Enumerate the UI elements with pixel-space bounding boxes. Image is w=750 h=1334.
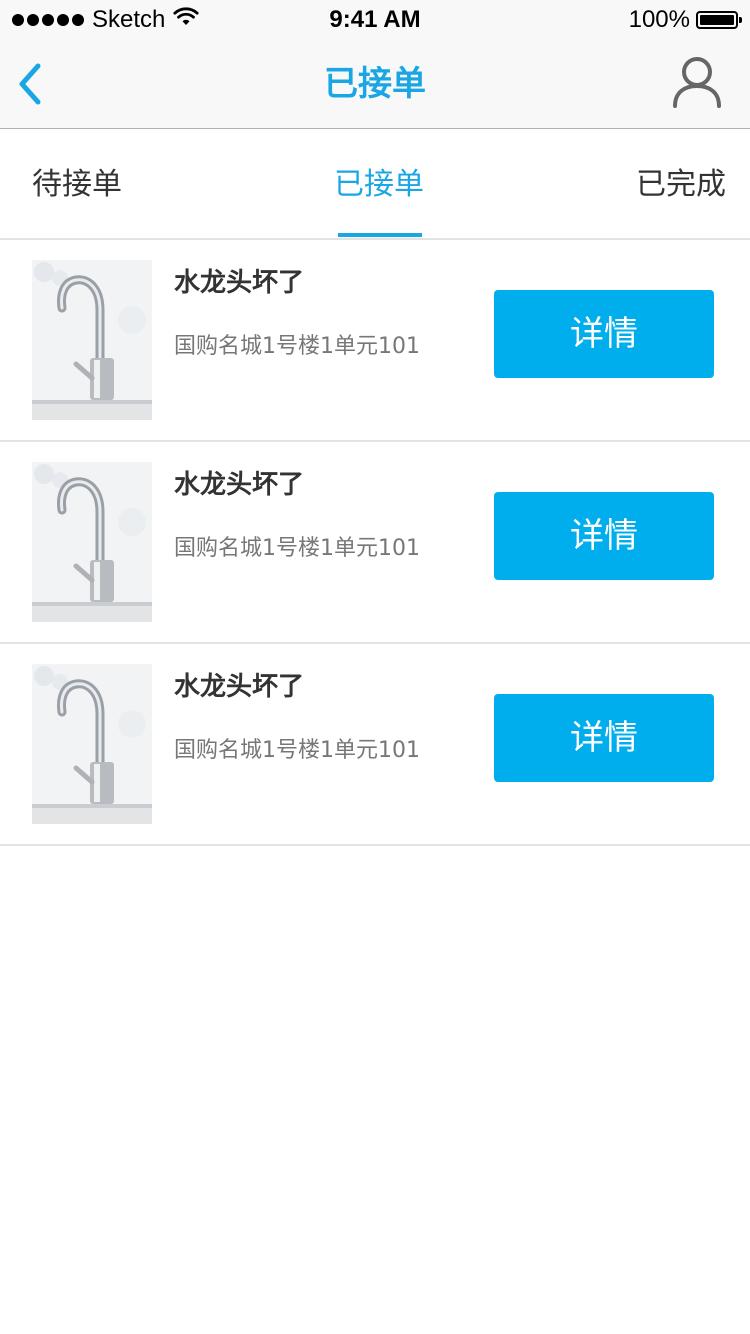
page-title: 已接单 <box>324 64 426 104</box>
detail-button[interactable]: 详情 <box>494 290 714 378</box>
order-address: 国购名城1号楼1单元101 <box>174 536 420 561</box>
order-title: 水龙头坏了 <box>174 268 305 298</box>
detail-button[interactable]: 详情 <box>494 492 714 580</box>
tab-pending[interactable]: 待接单 <box>32 129 122 238</box>
order-item: 水龙头坏了 国购名城1号楼1单元101 详情 <box>0 240 750 442</box>
status-right: 100% <box>628 6 742 34</box>
user-profile-icon <box>673 57 721 108</box>
order-item: 水龙头坏了 国购名城1号楼1单元101 详情 <box>0 442 750 644</box>
order-title: 水龙头坏了 <box>174 470 305 500</box>
faucet-photo <box>32 260 152 420</box>
detail-button[interactable]: 详情 <box>494 694 714 782</box>
order-list: 水龙头坏了 国购名城1号楼1单元101 详情 水龙头坏了 国购名城1号楼1单元1… <box>0 240 750 846</box>
tab-completed[interactable]: 已完成 <box>636 129 726 238</box>
status-bar: Sketch 9:41 AM 100% <box>0 0 750 40</box>
order-item: 水龙头坏了 国购名城1号楼1单元101 详情 <box>0 644 750 846</box>
order-address: 国购名城1号楼1单元101 <box>174 738 420 763</box>
faucet-photo <box>32 462 152 622</box>
order-address: 国购名城1号楼1单元101 <box>174 334 420 359</box>
battery-icon <box>696 11 742 29</box>
active-tab-indicator <box>338 233 422 237</box>
user-profile-button[interactable] <box>670 54 724 110</box>
battery-percent: 100% <box>628 6 690 33</box>
order-title: 水龙头坏了 <box>174 672 305 702</box>
order-tabs: 待接单 已接单 已完成 <box>0 129 750 240</box>
faucet-photo <box>32 664 152 824</box>
tab-accepted[interactable]: 已接单 <box>334 129 424 238</box>
navigation-bar: 已接单 <box>0 40 750 129</box>
